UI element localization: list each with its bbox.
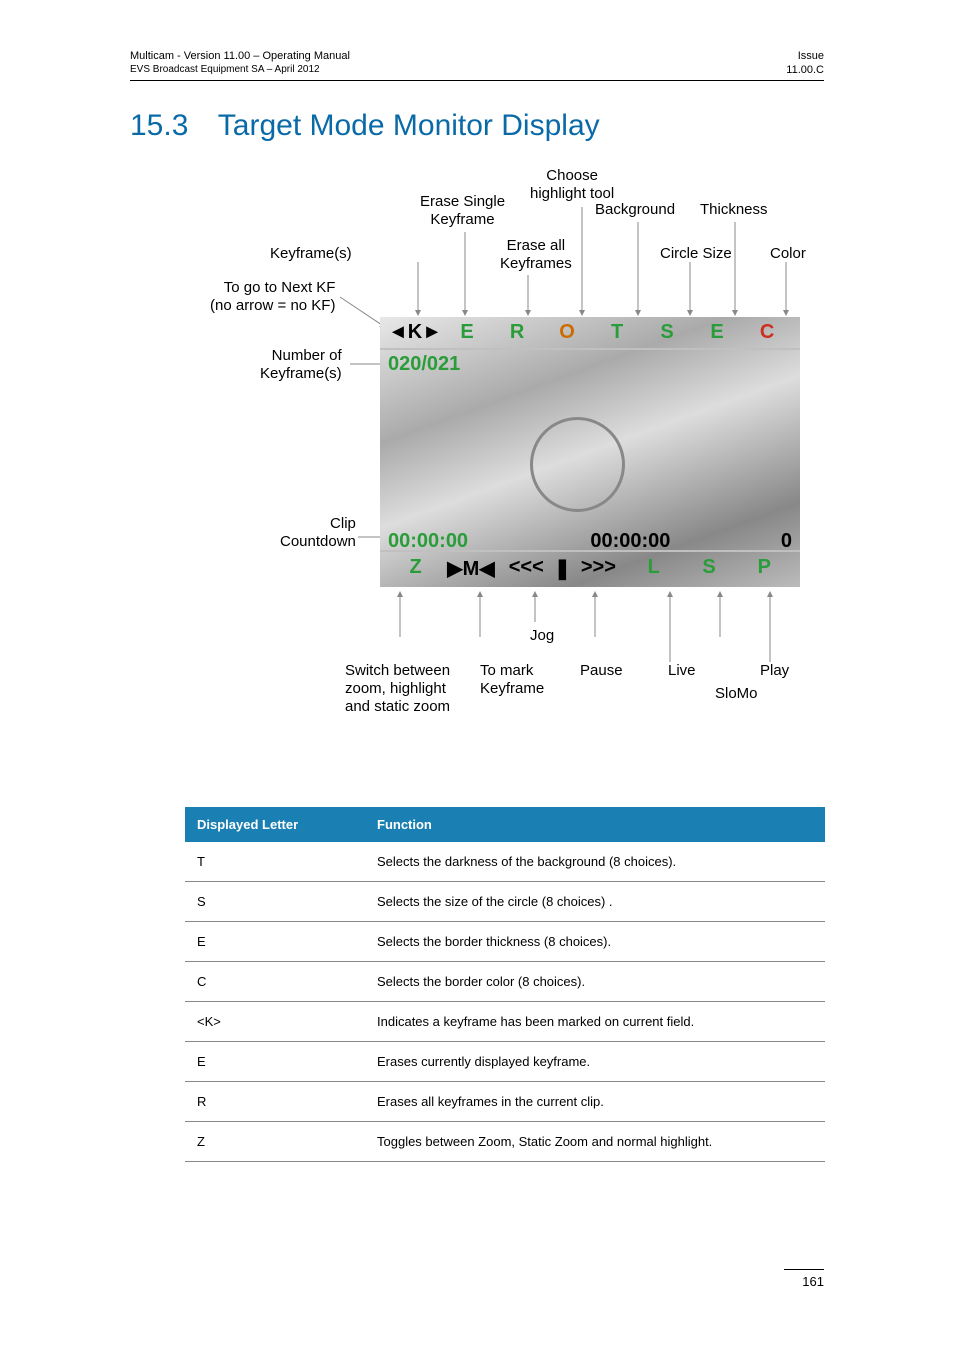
label-thickness: Thickness — [700, 201, 768, 219]
osd-t: T — [592, 321, 642, 344]
header-right: Issue 11.00.C — [786, 50, 824, 78]
cell-function: Selects the border color (8 choices). — [365, 961, 825, 1001]
cell-letter: E — [185, 1041, 365, 1081]
manual-subtitle: EVS Broadcast Equipment SA – April 2012 — [130, 64, 350, 77]
cell-letter: <K> — [185, 1001, 365, 1041]
osd-panel: ◄K► E R O T S E C 020/021 00:00:00 00:00… — [380, 317, 800, 587]
osd-pause: ❚ — [554, 556, 571, 581]
osd-fwd: >>> — [571, 556, 626, 581]
label-clip-countdown: ClipCountdown — [280, 515, 356, 551]
label-slomo: SloMo — [715, 685, 758, 703]
col-letter: Displayed Letter — [185, 807, 365, 842]
cell-function: Erases currently displayed keyframe. — [365, 1041, 825, 1081]
function-table-wrap: Displayed Letter Function TSelects the d… — [185, 807, 825, 1162]
osd-bottom-row: Z ▶M◀ <<< ❚ >>> L S P — [380, 550, 800, 585]
cell-function: Indicates a keyframe has been marked on … — [365, 1001, 825, 1041]
cell-letter: R — [185, 1081, 365, 1121]
osd-s-top: S — [642, 321, 692, 344]
table-row: TSelects the darkness of the background … — [185, 842, 825, 882]
table-row: EErases currently displayed keyframe. — [185, 1041, 825, 1081]
label-num-keyframes: Number ofKeyframe(s) — [260, 347, 342, 383]
function-table: Displayed Letter Function TSelects the d… — [185, 807, 825, 1162]
cell-letter: E — [185, 921, 365, 961]
table-body: TSelects the darkness of the background … — [185, 842, 825, 1162]
label-live: Live — [668, 662, 696, 680]
table-row: <K>Indicates a keyframe has been marked … — [185, 1001, 825, 1041]
label-erase-all-kf: Erase allKeyframes — [500, 237, 572, 273]
label-jog: Jog — [530, 627, 554, 645]
cell-function: Selects the darkness of the background (… — [365, 842, 825, 882]
osd-c: C — [742, 321, 792, 344]
table-header: Displayed Letter Function — [185, 807, 825, 842]
section-number: 15.3 — [130, 109, 210, 143]
table-row: RErases all keyframes in the current cli… — [185, 1081, 825, 1121]
osd-top-row: ◄K► E R O T S E C — [380, 317, 800, 350]
osd-o: O — [542, 321, 592, 344]
osd-e1: E — [442, 321, 492, 344]
label-color: Color — [770, 245, 806, 263]
cell-function: Toggles between Zoom, Static Zoom and no… — [365, 1121, 825, 1161]
label-switch-zoom: Switch betweenzoom, highlightand static … — [345, 662, 450, 716]
cell-letter: T — [185, 842, 365, 882]
table-row: SSelects the size of the circle (8 choic… — [185, 881, 825, 921]
osd-m: ▶M◀ — [443, 556, 498, 581]
issue-label: Issue — [786, 50, 824, 64]
osd-kf-count: 020/021 — [388, 353, 460, 376]
osd-z: Z — [388, 556, 443, 581]
cell-letter: S — [185, 881, 365, 921]
table-row: ESelects the border thickness (8 choices… — [185, 921, 825, 961]
osd-rew: <<< — [499, 556, 554, 581]
osd-r: R — [492, 321, 542, 344]
osd-e2: E — [692, 321, 742, 344]
cell-function: Erases all keyframes in the current clip… — [365, 1081, 825, 1121]
osd-p: P — [737, 556, 792, 581]
col-function: Function — [365, 807, 825, 842]
page-number: 161 — [784, 1269, 824, 1289]
header-left: Multicam - Version 11.00 – Operating Man… — [130, 50, 350, 78]
table-row: ZToggles between Zoom, Static Zoom and n… — [185, 1121, 825, 1161]
label-choose-highlight: Choosehighlight tool — [530, 167, 614, 203]
osd-k-arrows: ◄K► — [388, 321, 442, 344]
label-circle-size: Circle Size — [660, 245, 732, 263]
target-mode-diagram: Choosehighlight tool Erase SingleKeyfram… — [200, 167, 815, 777]
label-goto-next-kf: To go to Next KF(no arrow = no KF) — [210, 279, 335, 315]
cell-function: Selects the border thickness (8 choices)… — [365, 921, 825, 961]
manual-title: Multicam - Version 11.00 – Operating Man… — [130, 50, 350, 64]
label-mark-kf: To markKeyframe — [480, 662, 544, 698]
cell-function: Selects the size of the circle (8 choice… — [365, 881, 825, 921]
issue-number: 11.00.C — [786, 64, 824, 78]
osd-circle — [530, 417, 625, 512]
label-play: Play — [760, 662, 789, 680]
cell-letter: Z — [185, 1121, 365, 1161]
page-header: Multicam - Version 11.00 – Operating Man… — [130, 50, 824, 81]
label-pause: Pause — [580, 662, 623, 680]
osd-l: L — [626, 556, 681, 581]
label-keyframes: Keyframe(s) — [270, 245, 352, 263]
section-title-text: Target Mode Monitor Display — [218, 109, 600, 142]
cell-letter: C — [185, 961, 365, 1001]
label-background: Background — [595, 201, 675, 219]
table-row: CSelects the border color (8 choices). — [185, 961, 825, 1001]
label-erase-single-kf: Erase SingleKeyframe — [420, 193, 505, 229]
osd-s-bot: S — [681, 556, 736, 581]
section-heading: 15.3 Target Mode Monitor Display — [130, 109, 824, 143]
